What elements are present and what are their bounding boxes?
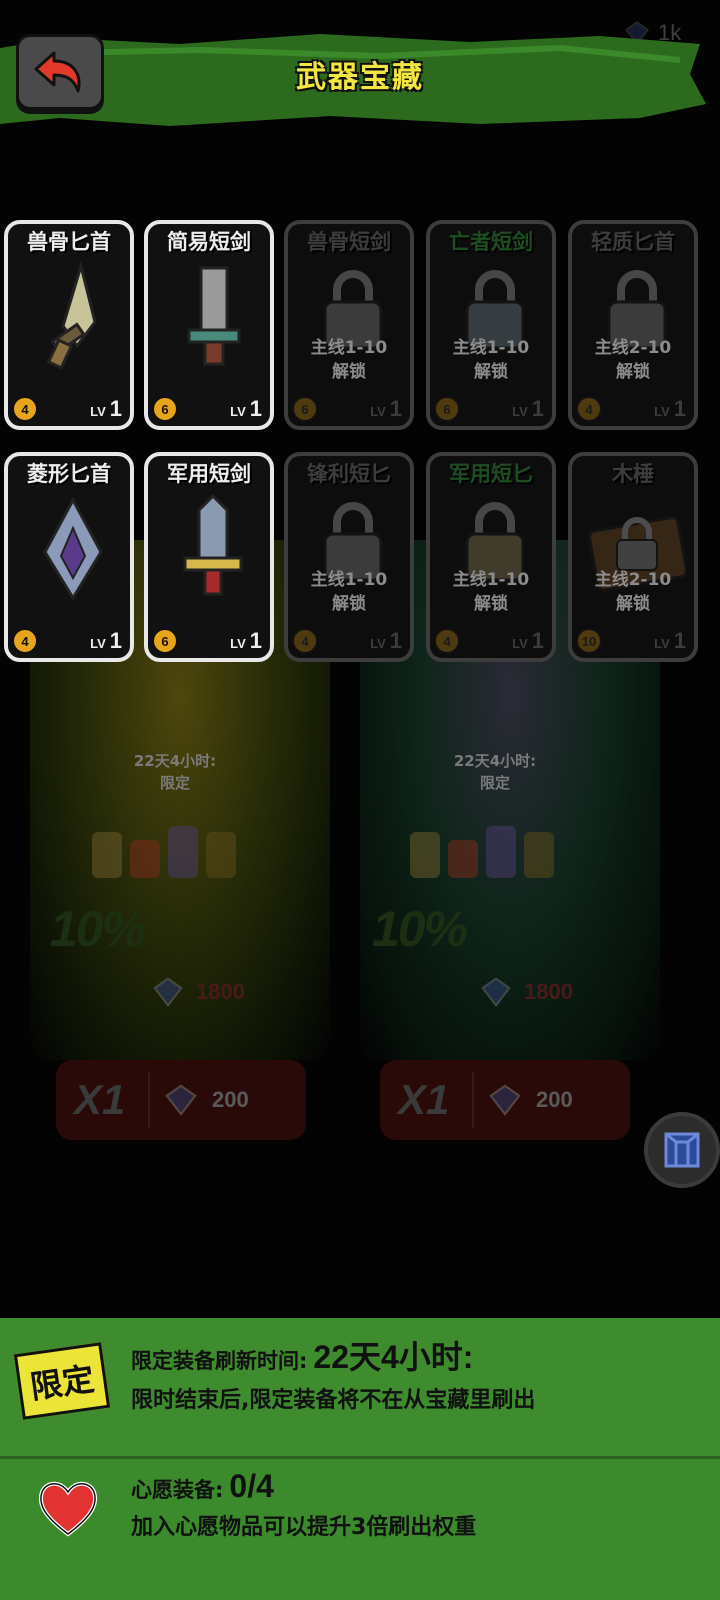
chest-left-old-price: 1800 xyxy=(152,976,245,1008)
weapon-level: LV 1 xyxy=(230,628,262,653)
bone-dagger-icon xyxy=(46,262,97,370)
weapon-card-diamond-dagger[interactable]: 菱形匕首 4 LV 1 xyxy=(4,452,134,662)
page-title: 武器宝藏 xyxy=(296,60,424,95)
limited-info-panel: 限定 限定装备刷新时间: 22天4小时: 限时结束后,限定装备将不在从宝藏里刷出 xyxy=(0,1318,720,1456)
weapon-name: 简易短剑 xyxy=(167,230,251,254)
limited-info-text: 限定装备刷新时间: 22天4小时: 限时结束后,限定装备将不在从宝藏里刷出 xyxy=(131,1332,535,1414)
wish-label: 心愿装备: xyxy=(131,1478,224,1502)
weapon-name: 军用短匕 xyxy=(449,462,533,486)
rarity-badge: 6 xyxy=(292,396,318,422)
weapon-name: 亡者短剑 xyxy=(449,230,533,254)
rarity-badge: 4 xyxy=(576,396,602,422)
weapon-card-military-sword[interactable]: 军用短剑 6 LV 1 xyxy=(144,452,274,662)
wish-description: 加入心愿物品可以提升3倍刷出权重 xyxy=(131,1515,477,1540)
military-sword-icon xyxy=(183,494,243,596)
unlock-requirement: 主线1-10 解锁 xyxy=(310,570,388,614)
wish-count: 0/4 xyxy=(229,1468,274,1504)
weapon-card-simple-sword[interactable]: 简易短剑 6 LV 1 xyxy=(144,220,274,430)
rarity-badge: 6 xyxy=(152,396,178,422)
rarity-badge: 4 xyxy=(292,628,318,654)
weapon-name: 兽骨短剑 xyxy=(307,230,391,254)
weapon-card-military-dagger[interactable]: 军用短匕 主线1-10 解锁 4 LV 1 xyxy=(426,452,556,662)
limited-badge: 限定 xyxy=(13,1342,111,1420)
unlock-requirement: 主线1-10 解锁 xyxy=(452,570,530,614)
old-price-value: 1800 xyxy=(524,979,573,1004)
unlock-requirement: 主线2-10 解锁 xyxy=(594,570,672,614)
weapon-card-dead-sword[interactable]: 亡者短剑 主线1-10 解锁 6 LV 1 xyxy=(426,220,556,430)
weapon-card-bone-sword[interactable]: 兽骨短剑 主线1-10 解锁 6 LV 1 xyxy=(284,220,414,430)
buy-quantity: X1 xyxy=(74,1076,126,1123)
weapon-level: LV 1 xyxy=(90,628,122,653)
diamond-dagger-icon xyxy=(43,496,103,601)
refresh-label: 限定装备刷新时间: xyxy=(131,1349,308,1373)
gem-icon xyxy=(481,977,511,1007)
unlock-requirement: 主线1-10 解锁 xyxy=(310,338,388,382)
wish-info-panel: 心愿装备: 0/4 加入心愿物品可以提升3倍刷出权重 xyxy=(0,1456,720,1600)
weapon-level: LV 1 xyxy=(370,396,402,421)
old-price-value: 1800 xyxy=(196,979,245,1004)
divider xyxy=(0,1456,720,1459)
chest-left-timer: 22天4小时: 限定 xyxy=(85,750,265,794)
weapon-card-sharp-dagger[interactable]: 锋利短匕 主线1-10 解锁 4 LV 1 xyxy=(284,452,414,662)
weapon-name: 菱形匕首 xyxy=(27,462,111,486)
weapon-level: LV 1 xyxy=(512,396,544,421)
weapon-name: 轻质匕首 xyxy=(591,230,675,254)
chest-right-discount: 10% xyxy=(372,901,468,957)
gem-icon xyxy=(165,1084,197,1116)
weapon-card-wooden-mallet[interactable]: 木棰 主线2-10 解锁 10 LV 1 xyxy=(568,452,698,662)
chest-right-items xyxy=(410,818,600,878)
buy-quantity: X1 xyxy=(398,1076,450,1123)
weapon-name: 兽骨匕首 xyxy=(27,230,111,254)
rarity-badge: 6 xyxy=(152,628,178,654)
chest-right-timer: 22天4小时: 限定 xyxy=(405,750,585,794)
simple-sword-icon xyxy=(187,266,241,366)
weapon-name: 军用短剑 xyxy=(167,462,251,486)
chest-left-discount: 10% xyxy=(50,901,146,957)
chest-timer-line1: 22天4小时: xyxy=(133,752,217,770)
weapon-level: LV 1 xyxy=(90,396,122,421)
chest-timer-line2: 限定 xyxy=(159,774,190,792)
weapon-level: LV 1 xyxy=(512,628,544,653)
buy-price: 200 xyxy=(536,1087,573,1112)
chest-right-old-price: 1800 xyxy=(480,976,573,1008)
weapon-name: 木棰 xyxy=(612,462,654,486)
weapon-level: LV 1 xyxy=(370,628,402,653)
rarity-badge: 4 xyxy=(12,628,38,654)
rarity-badge: 4 xyxy=(434,628,460,654)
rarity-badge: 4 xyxy=(12,396,38,422)
weapon-level: LV 1 xyxy=(654,396,686,421)
gem-icon xyxy=(489,1084,521,1116)
gem-icon xyxy=(153,977,183,1007)
divider xyxy=(472,1072,474,1128)
chest-timer-line2: 限定 xyxy=(479,774,510,792)
heart-icon[interactable] xyxy=(34,1474,102,1542)
refresh-time: 22天4小时: xyxy=(313,1339,474,1375)
chest-left-buy-button[interactable]: X1 200 xyxy=(56,1060,306,1140)
cube-button[interactable] xyxy=(644,1112,720,1188)
unlock-requirement: 主线2-10 解锁 xyxy=(594,338,672,382)
chest-timer-line1: 22天4小时: xyxy=(453,752,537,770)
rarity-badge: 6 xyxy=(434,396,460,422)
weapon-card-bone-dagger[interactable]: 兽骨匕首 4 LV 1 xyxy=(4,220,134,430)
weapon-name: 锋利短匕 xyxy=(307,462,391,486)
divider xyxy=(148,1072,150,1128)
weapon-card-light-dagger[interactable]: 轻质匕首 主线2-10 解锁 4 LV 1 xyxy=(568,220,698,430)
rarity-badge: 10 xyxy=(576,628,602,654)
cube-icon xyxy=(664,1132,700,1168)
unlock-requirement: 主线1-10 解锁 xyxy=(452,338,530,382)
chest-right-buy-button[interactable]: X1 200 xyxy=(380,1060,630,1140)
chest-left-items xyxy=(92,818,282,878)
weapon-level: LV 1 xyxy=(654,628,686,653)
limited-description: 限时结束后,限定装备将不在从宝藏里刷出 xyxy=(131,1388,536,1413)
wish-info-text: 心愿装备: 0/4 加入心愿物品可以提升3倍刷出权重 xyxy=(131,1468,476,1541)
weapon-level: LV 1 xyxy=(230,396,262,421)
buy-price: 200 xyxy=(212,1087,249,1112)
